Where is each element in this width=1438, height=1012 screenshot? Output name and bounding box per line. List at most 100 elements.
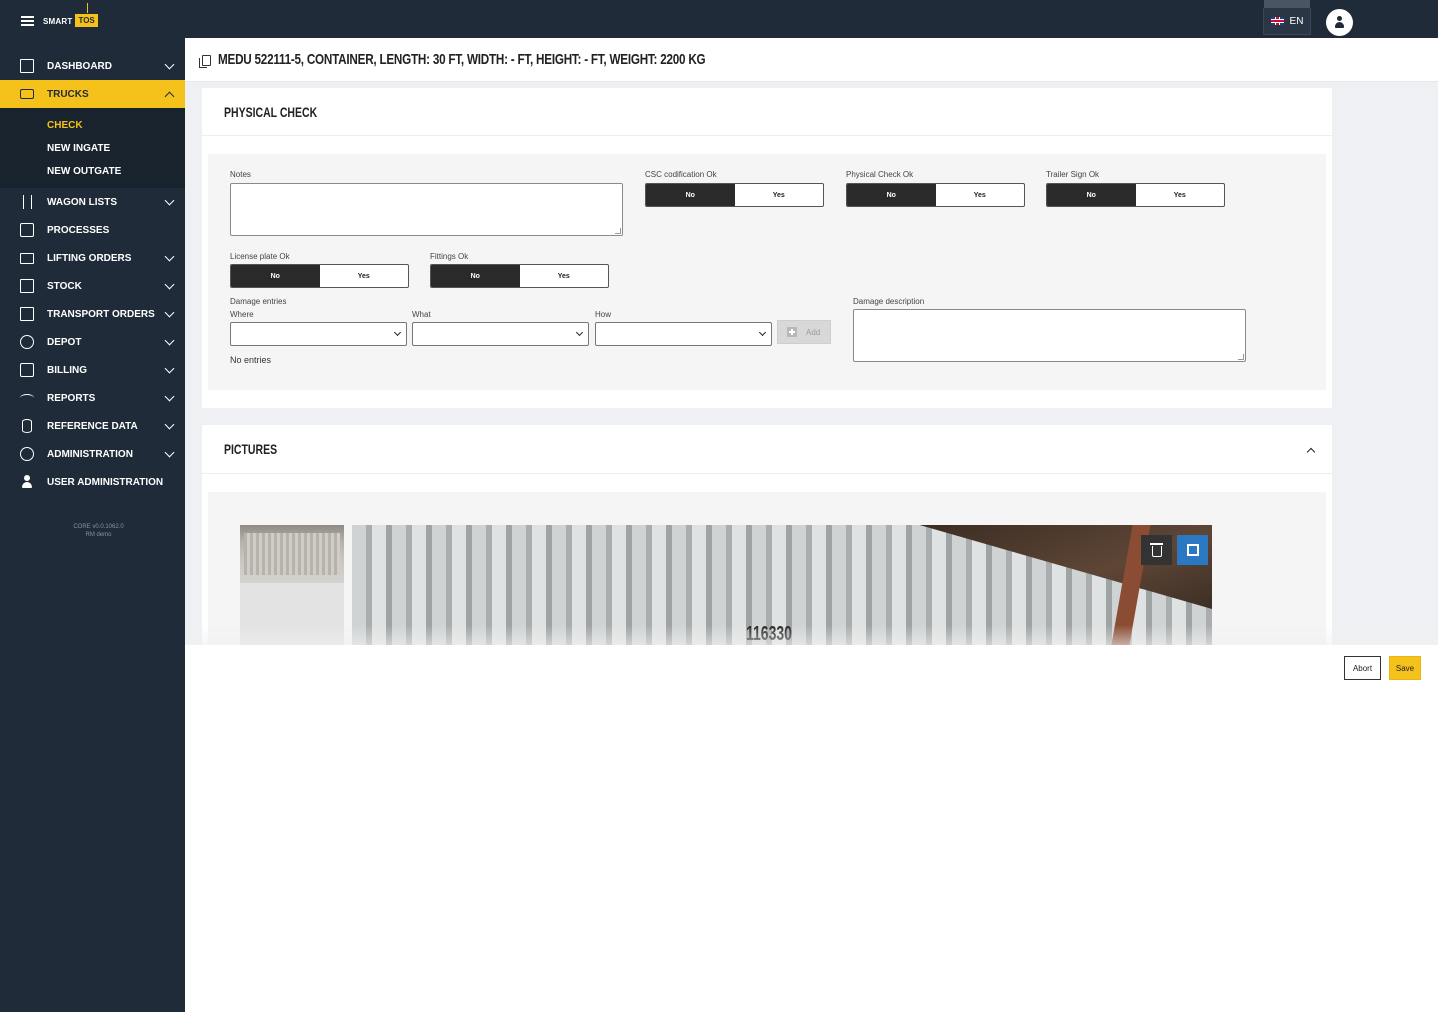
sidebar-item-dashboard[interactable]: DASHBOARD xyxy=(0,52,185,80)
physical-check-title: PHYSICAL CHECK xyxy=(224,104,318,120)
chevron-down-icon xyxy=(164,195,175,206)
notes-textarea[interactable] xyxy=(230,183,623,236)
user-icon xyxy=(20,475,34,489)
sidebar: DASHBOARD TRUCKS CHECK NEW INGATE NEW OU… xyxy=(0,38,185,1012)
fittings-label: Fittings Ok xyxy=(430,252,469,261)
version-info: CORE v0.0.1062.0 RM demo xyxy=(73,524,124,538)
license-plate-toggle: No Yes xyxy=(230,264,409,288)
sidebar-item-reference-data[interactable]: REFERENCE DATA xyxy=(0,412,185,440)
trash-icon xyxy=(1149,543,1163,557)
damage-description-label: Damage description xyxy=(853,297,925,306)
sidebar-item-reports[interactable]: REPORTS xyxy=(0,384,185,412)
trailer-yes-option[interactable]: Yes xyxy=(1136,184,1225,206)
delete-picture-button[interactable] xyxy=(1141,535,1172,565)
csc-codification-label: CSC codification Ok xyxy=(645,170,717,179)
pictures-header[interactable]: PICTURES xyxy=(202,425,1332,474)
chevron-down-icon xyxy=(164,251,175,262)
sidebar-item-trucks[interactable]: TRUCKS xyxy=(0,80,185,108)
pictures-title: PICTURES xyxy=(224,441,278,457)
sidebar-item-billing[interactable]: BILLING xyxy=(0,356,185,384)
sidebar-item-depot[interactable]: DEPOT xyxy=(0,328,185,356)
gauge-icon xyxy=(20,394,34,402)
language-selector[interactable]: EN xyxy=(1263,0,1311,35)
database-icon xyxy=(22,419,32,433)
chevron-down-icon xyxy=(164,447,175,458)
what-label: What xyxy=(412,310,431,319)
how-label: How xyxy=(595,310,612,319)
fittings-no-option[interactable]: No xyxy=(431,265,520,287)
submenu-item-check[interactable]: CHECK xyxy=(47,120,83,131)
sidebar-item-administration[interactable]: ADMINISTRATION xyxy=(0,440,185,468)
tools-icon xyxy=(20,335,34,349)
calendar-icon xyxy=(20,307,34,321)
physical-no-option[interactable]: No xyxy=(847,184,936,206)
user-avatar[interactable] xyxy=(1326,9,1353,36)
billing-icon xyxy=(20,363,34,377)
container-icon xyxy=(20,279,34,293)
submenu-item-new-outgate[interactable]: NEW OUTGATE xyxy=(47,166,121,177)
fittings-toggle: No Yes xyxy=(430,264,609,288)
sidebar-item-wagon-lists[interactable]: WAGON LISTS xyxy=(0,188,185,216)
copy-icon xyxy=(199,55,211,68)
uk-flag-icon xyxy=(1270,17,1284,25)
trailer-sign-toggle: No Yes xyxy=(1046,183,1225,207)
smarttos-logo[interactable]: SMART TOS xyxy=(43,3,99,30)
truck-icon xyxy=(20,89,34,99)
csc-codification-toggle: No Yes xyxy=(645,183,824,207)
notes-label: Notes xyxy=(230,170,251,179)
license-no-option[interactable]: No xyxy=(231,265,320,287)
how-select[interactable] xyxy=(595,322,772,346)
gear-icon xyxy=(20,447,34,461)
trailer-no-option[interactable]: No xyxy=(1047,184,1136,206)
railway-icon xyxy=(23,195,32,209)
sidebar-item-transport-orders[interactable]: TRANSPORT ORDERS xyxy=(0,300,185,328)
damage-entries-label: Damage entries xyxy=(230,297,287,306)
sidebar-item-lifting-orders[interactable]: LIFTING ORDERS xyxy=(0,244,185,272)
physical-check-toggle: No Yes xyxy=(846,183,1025,207)
chevron-down-icon xyxy=(164,363,175,374)
save-button[interactable]: Save xyxy=(1389,656,1421,680)
fullscreen-picture-button[interactable] xyxy=(1177,535,1208,565)
language-label: EN xyxy=(1289,15,1304,27)
physical-yes-option[interactable]: Yes xyxy=(936,184,1025,206)
sidebar-item-processes[interactable]: PROCESSES xyxy=(0,216,185,244)
chevron-down-icon xyxy=(164,59,175,70)
menu-icon[interactable] xyxy=(21,16,34,26)
license-plate-label: License plate Ok xyxy=(230,252,290,261)
page-title: MEDU 522111-5, CONTAINER, LENGTH: 30 FT,… xyxy=(218,51,706,68)
expand-icon xyxy=(1186,544,1199,556)
chevron-down-icon xyxy=(164,391,175,402)
process-icon xyxy=(20,223,34,237)
picture-thumbnail[interactable] xyxy=(240,525,344,583)
page-header: MEDU 522111-5, CONTAINER, LENGTH: 30 FT,… xyxy=(185,38,1438,82)
chevron-up-icon[interactable] xyxy=(1306,447,1316,457)
chevron-down-icon xyxy=(164,419,175,430)
scroll-fade xyxy=(185,625,1438,645)
chevron-down-icon xyxy=(164,335,175,346)
abort-button[interactable]: Abort xyxy=(1344,656,1381,680)
trailer-sign-label: Trailer Sign Ok xyxy=(1046,170,1100,179)
chevron-down-icon xyxy=(164,279,175,290)
trucks-submenu: CHECK NEW INGATE NEW OUTGATE xyxy=(0,108,185,188)
submenu-item-new-ingate[interactable]: NEW INGATE xyxy=(47,143,110,154)
add-damage-button[interactable]: Add xyxy=(777,320,831,344)
csc-yes-option[interactable]: Yes xyxy=(735,184,824,206)
physical-check-ok-label: Physical Check Ok xyxy=(846,170,914,179)
chevron-down-icon xyxy=(164,307,175,318)
physical-check-header: PHYSICAL CHECK xyxy=(202,88,1332,136)
crane-icon xyxy=(20,253,34,264)
csc-no-option[interactable]: No xyxy=(646,184,735,206)
no-entries-text: No entries xyxy=(230,355,272,365)
plus-icon xyxy=(787,327,797,337)
fittings-yes-option[interactable]: Yes xyxy=(520,265,609,287)
damage-description-textarea[interactable] xyxy=(853,309,1246,362)
chevron-up-icon xyxy=(164,91,175,102)
where-label: Where xyxy=(230,310,254,319)
sidebar-item-user-administration[interactable]: USER ADMINISTRATION xyxy=(0,468,185,496)
what-select[interactable] xyxy=(412,322,589,346)
top-bar: SMART TOS EN xyxy=(0,0,1438,38)
dashboard-icon xyxy=(20,59,34,73)
sidebar-item-stock[interactable]: STOCK xyxy=(0,272,185,300)
where-select[interactable] xyxy=(230,322,407,346)
license-yes-option[interactable]: Yes xyxy=(320,265,409,287)
